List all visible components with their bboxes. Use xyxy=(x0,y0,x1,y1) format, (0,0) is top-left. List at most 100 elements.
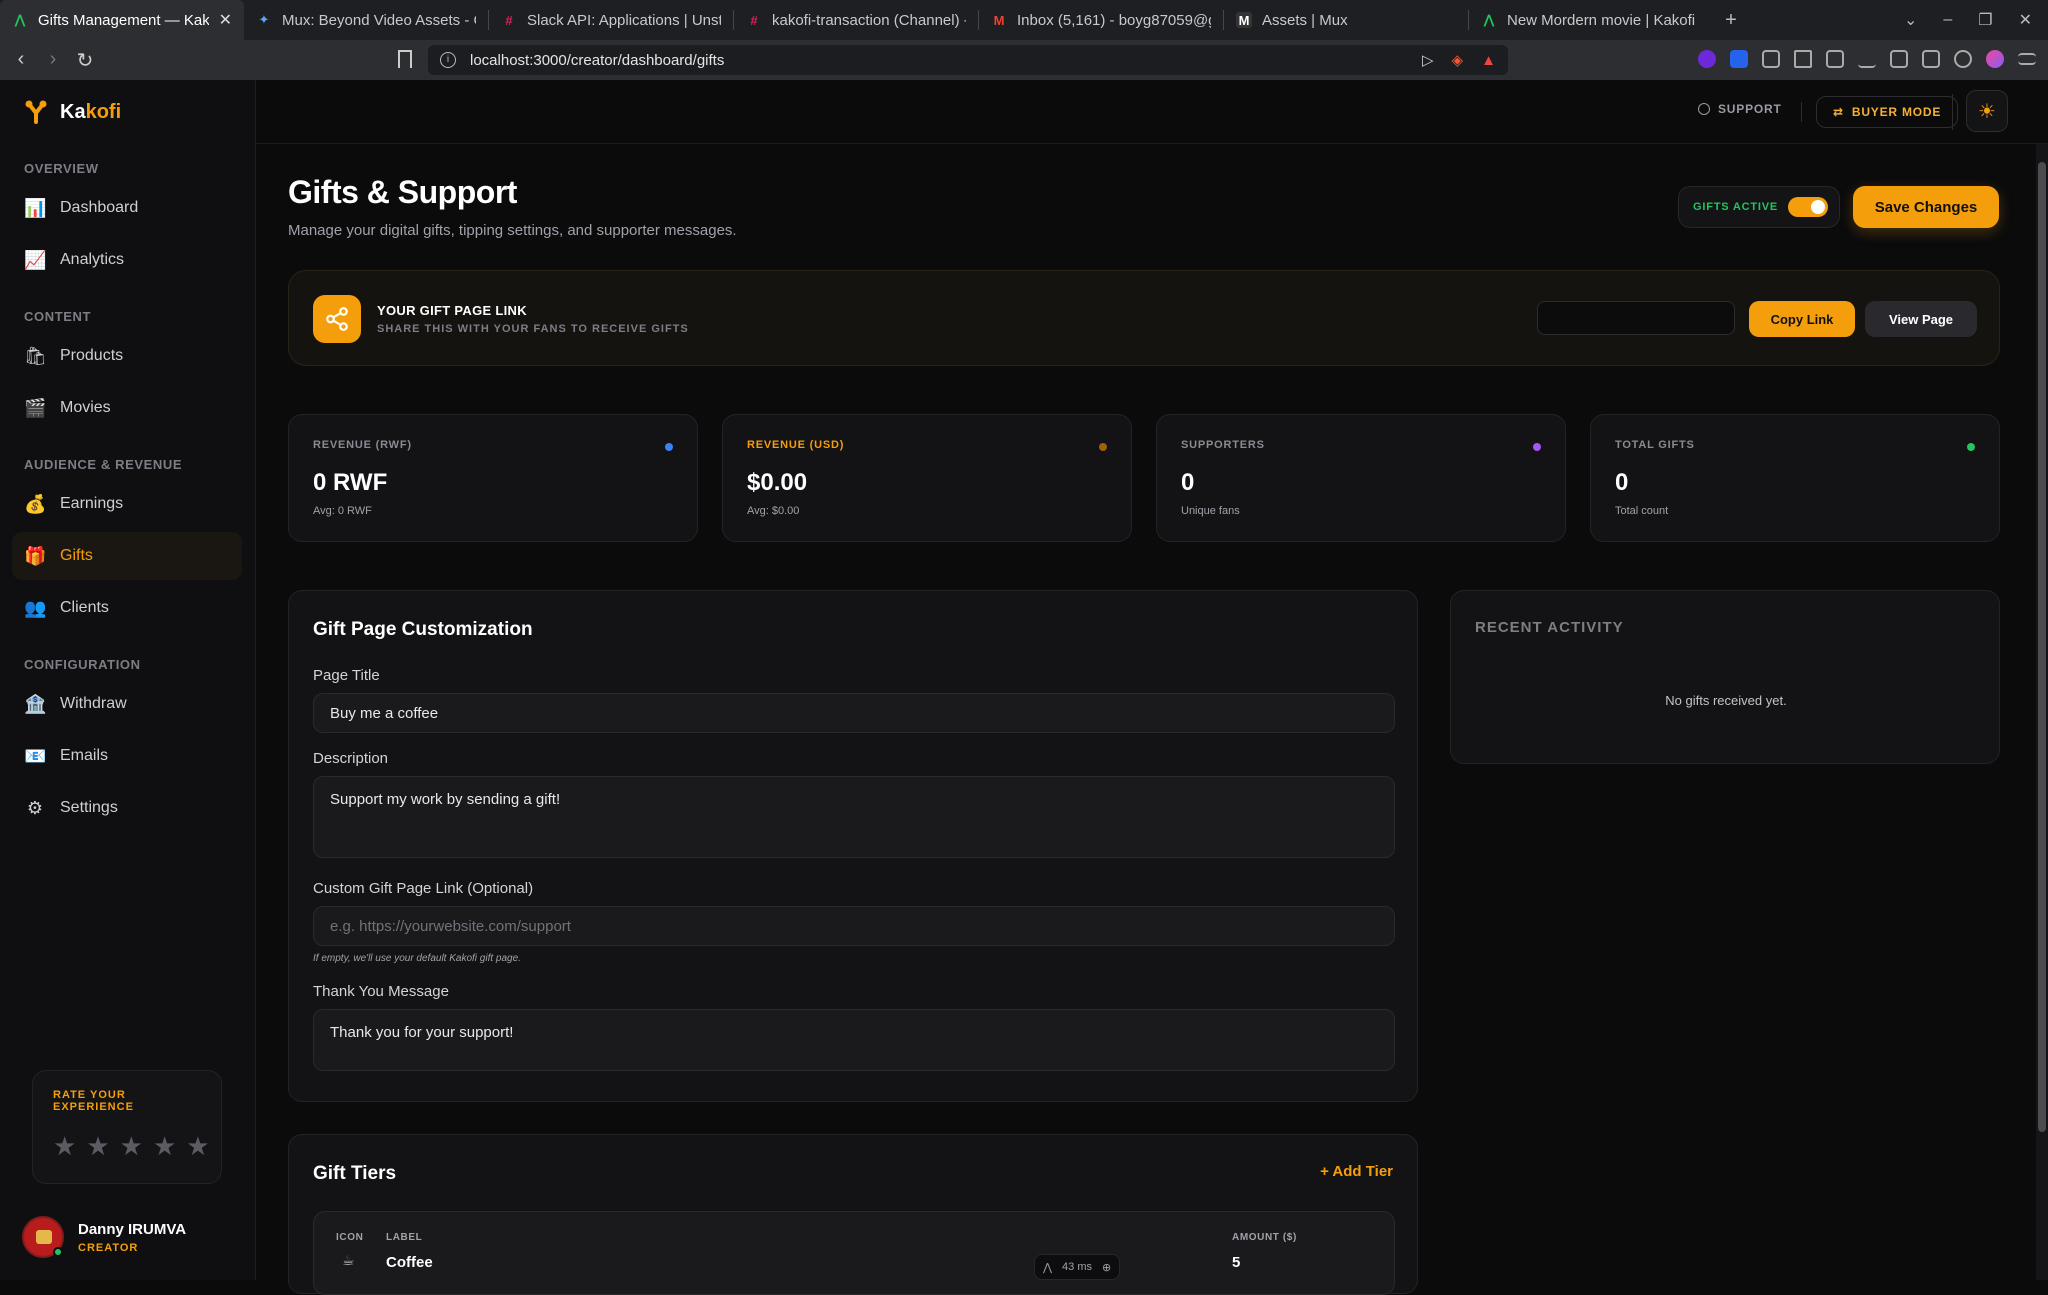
tier-amount-value[interactable]: 5 xyxy=(1232,1254,1240,1271)
tab-list-chevron-icon[interactable]: ⌄ xyxy=(1904,10,1917,30)
minimize-icon[interactable]: – xyxy=(1943,11,1952,29)
download-icon[interactable] xyxy=(1858,50,1876,68)
brave-rewards-icon[interactable]: ▲ xyxy=(1481,52,1496,69)
browser-tab-slack-channel[interactable]: # kakofi-transaction (Channel) - xyxy=(734,0,978,40)
address-bar[interactable]: i localhost:3000/creator/dashboard/gifts… xyxy=(428,45,1508,75)
sidebar-item-withdraw[interactable]: 🏦 Withdraw xyxy=(12,680,242,728)
stat-revenue-rwf: REVENUE (RWF) 0 RWF Avg: 0 RWF xyxy=(288,414,698,542)
header-divider xyxy=(1952,94,1953,130)
save-changes-button[interactable]: Save Changes xyxy=(1853,186,1999,228)
sidebar-item-gifts[interactable]: 🎁 Gifts xyxy=(12,532,242,580)
crosshair-icon: ⊕ xyxy=(1102,1261,1112,1274)
brand-logo[interactable]: Kakofi xyxy=(24,100,121,124)
leo-ai-icon[interactable] xyxy=(1954,50,1972,68)
custom-link-placeholder: e.g. https://yourwebsite.com/support xyxy=(330,917,571,935)
profile-icon[interactable] xyxy=(1986,50,2004,68)
sidebar-item-earnings[interactable]: 💰 Earnings xyxy=(12,480,242,528)
section-overview: OVERVIEW xyxy=(24,161,99,176)
theme-toggle-button[interactable]: ☀ xyxy=(1966,90,2008,132)
wallet-icon[interactable] xyxy=(1922,50,1940,68)
view-page-button[interactable]: View Page xyxy=(1865,301,1977,337)
sidebar-item-dashboard[interactable]: 📊 Dashboard xyxy=(12,184,242,232)
browser-tab-slack-api[interactable]: # Slack API: Applications | Unsto xyxy=(489,0,733,40)
browser-tab-mux-gemini[interactable]: ✦ Mux: Beyond Video Assets - G xyxy=(244,0,488,40)
gifts-active-switch[interactable]: GIFTS ACTIVE xyxy=(1678,186,1840,228)
thank-you-textarea[interactable]: Thank you for your support! xyxy=(313,1009,1395,1071)
rate-experience-card: RATE YOUR EXPERIENCE ★ ★ ★ ★ ★ xyxy=(32,1070,222,1184)
menu-icon[interactable] xyxy=(2018,53,2036,65)
stat-label: REVENUE (USD) xyxy=(747,439,845,451)
screenshot-icon[interactable] xyxy=(1762,50,1780,68)
site-info-icon[interactable]: i xyxy=(440,52,456,68)
scrollbar-thumb[interactable] xyxy=(2038,162,2046,1132)
user-profile[interactable]: Danny IRUMVA CREATOR xyxy=(22,1216,186,1258)
tier-label-value[interactable]: Coffee xyxy=(386,1254,433,1271)
star-icon[interactable]: ★ xyxy=(120,1133,143,1159)
dev-timing-value: 43 ms xyxy=(1062,1261,1092,1273)
sidebar-item-label: Withdraw xyxy=(60,695,127,712)
recent-activity-title: RECENT ACTIVITY xyxy=(1475,619,1624,636)
stat-label: TOTAL GIFTS xyxy=(1615,439,1695,451)
sidebar-item-products[interactable]: 🛍 Products xyxy=(12,332,242,380)
browser-tab-mux-assets[interactable]: M Assets | Mux xyxy=(1224,0,1468,40)
tab-title: Inbox (5,161) - boyg87059@g xyxy=(1017,11,1211,29)
buyer-mode-button[interactable]: ⇄ BUYER MODE xyxy=(1816,96,1959,128)
close-icon[interactable]: ✕ xyxy=(219,10,232,30)
sidebar-icon[interactable] xyxy=(1890,50,1908,68)
sidebar-item-movies[interactable]: 🎬 Movies xyxy=(12,384,242,432)
sidebar-item-emails[interactable]: 📧 Emails xyxy=(12,732,242,780)
gift-page-link-card: YOUR GIFT PAGE LINK SHARE THIS WITH YOUR… xyxy=(288,270,2000,366)
star-icon[interactable]: ★ xyxy=(186,1133,209,1159)
extensions-area xyxy=(1698,50,2036,68)
browser-tab-gmail[interactable]: M Inbox (5,161) - boyg87059@g xyxy=(979,0,1223,40)
gmail-icon: M xyxy=(993,12,1005,28)
browser-tab-movie[interactable]: ⋀ New Mordern movie | Kakofi xyxy=(1469,0,1713,40)
sidebar-item-label: Analytics xyxy=(60,251,125,268)
coffee-icon[interactable]: ☕ xyxy=(342,1252,355,1269)
copy-link-button[interactable]: Copy Link xyxy=(1749,301,1855,337)
slack-icon: # xyxy=(505,12,513,28)
top-header: SUPPORT ⇄ BUYER MODE ☀ xyxy=(256,80,2048,144)
kakofi-logo-icon xyxy=(25,100,47,124)
star-icon[interactable]: ★ xyxy=(53,1133,76,1159)
support-link[interactable]: SUPPORT xyxy=(1698,102,1782,116)
description-textarea[interactable]: Support my work by sending a gift! xyxy=(313,776,1395,858)
tier-label-header: LABEL xyxy=(386,1232,423,1243)
dev-timing-indicator[interactable]: ⋀ 43 ms ⊕ xyxy=(1034,1254,1121,1280)
gift-link-field[interactable] xyxy=(1537,301,1735,335)
add-tier-button[interactable]: + Add Tier xyxy=(1320,1163,1393,1180)
bookmark-icon[interactable] xyxy=(398,50,412,68)
brave-shield-icon[interactable]: ◈ xyxy=(1452,51,1464,69)
back-icon[interactable]: ‹ xyxy=(6,48,36,73)
reload-icon[interactable]: ↻ xyxy=(70,48,100,73)
send-icon[interactable]: ▷ xyxy=(1422,51,1434,69)
sun-icon: ☀ xyxy=(1978,100,1996,123)
brand-name: Kakofi xyxy=(60,101,121,124)
sidebar-item-analytics[interactable]: 📈 Analytics xyxy=(12,236,242,284)
buyer-mode-label: BUYER MODE xyxy=(1851,105,1942,119)
table-row: ICON LABEL AMOUNT ($) ☕ Coffee 5 ⋀ 43 ms… xyxy=(313,1211,1395,1295)
stat-value: 0 RWF xyxy=(313,469,388,496)
stat-subtext: Unique fans xyxy=(1181,505,1240,517)
tab-title: New Mordern movie | Kakofi xyxy=(1507,11,1696,29)
sidebar-item-settings[interactable]: ⚙ Settings xyxy=(12,784,242,832)
custom-link-input[interactable]: e.g. https://yourwebsite.com/support xyxy=(313,906,1395,946)
new-tab-button[interactable]: + xyxy=(1713,9,1749,32)
media-icon[interactable] xyxy=(1826,50,1844,68)
window-close-icon[interactable]: ✕ xyxy=(2019,10,2032,30)
forward-icon[interactable]: › xyxy=(38,48,68,73)
star-icon[interactable]: ★ xyxy=(153,1133,176,1159)
sidebar-item-clients[interactable]: 👥 Clients xyxy=(12,584,242,632)
extension-purple-icon[interactable] xyxy=(1698,50,1716,68)
slack-icon: # xyxy=(750,12,758,28)
browser-tab-gifts[interactable]: ⋀ Gifts Management — Kako ✕ xyxy=(0,0,244,40)
puzzle-icon[interactable] xyxy=(1794,50,1812,68)
restore-icon[interactable]: ❐ xyxy=(1978,10,1992,30)
gemini-icon: ✦ xyxy=(258,12,270,27)
extension-blue-icon[interactable] xyxy=(1730,50,1748,68)
page-scrollbar[interactable] xyxy=(2036,144,2048,1280)
page-title-input[interactable]: Buy me a coffee xyxy=(313,693,1395,733)
gift-page-customization-card: Gift Page Customization Page Title Buy m… xyxy=(288,590,1418,1102)
star-icon[interactable]: ★ xyxy=(86,1133,109,1159)
gifts-active-toggle[interactable] xyxy=(1787,197,1828,217)
